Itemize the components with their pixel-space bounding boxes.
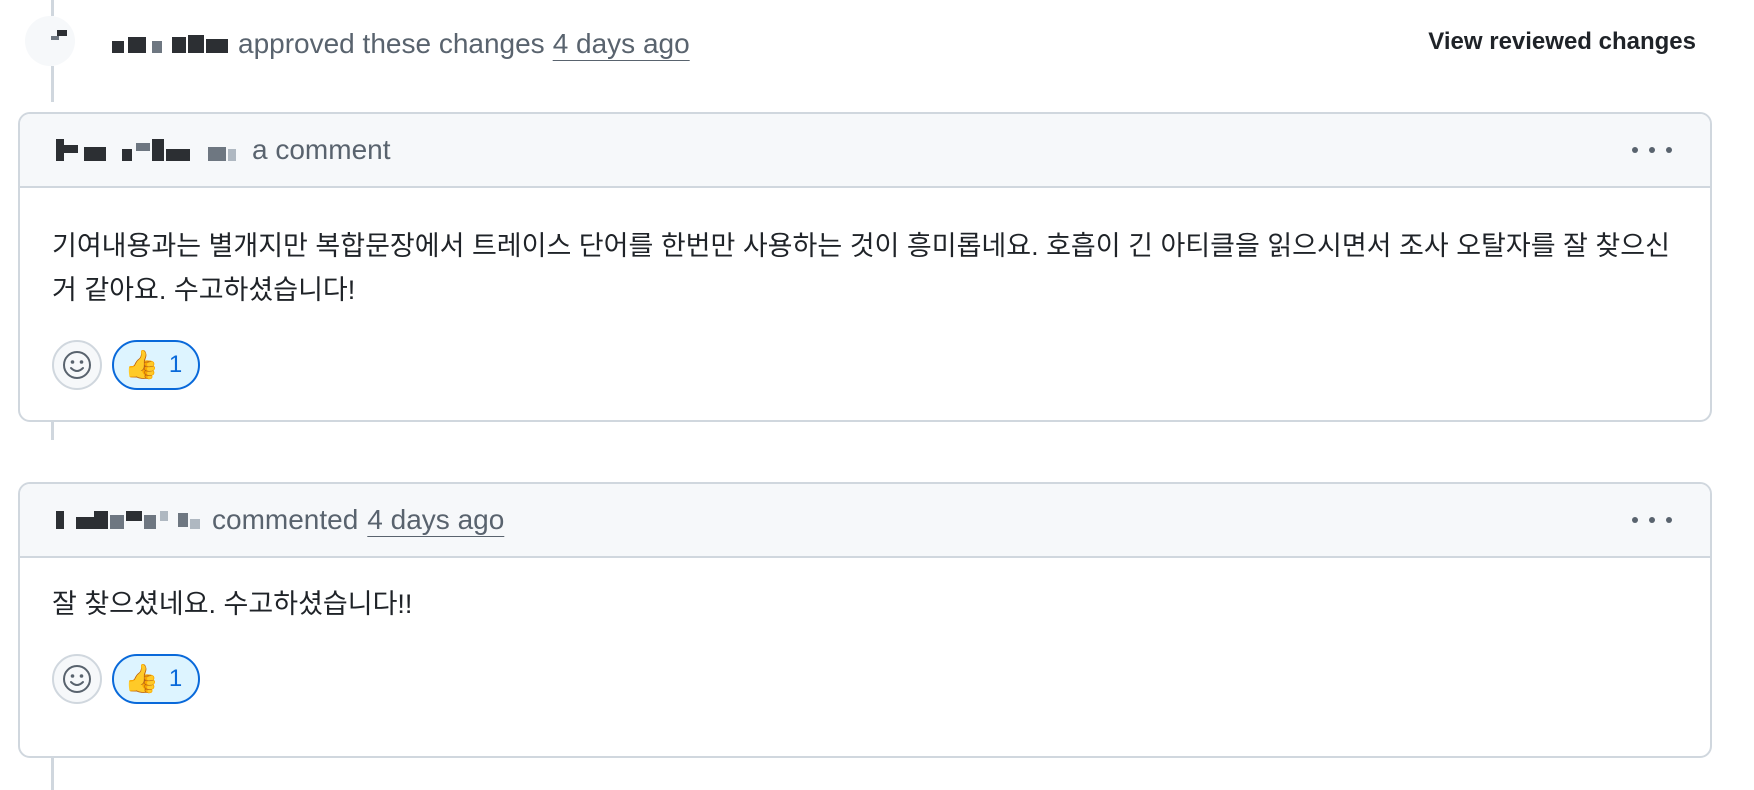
view-reviewed-changes-button[interactable]: View reviewed changes — [1428, 28, 1696, 56]
comment-text: 기여내용과는 별개지만 복합문장에서 트레이스 단어를 한번만 사용하는 것이 … — [52, 231, 1670, 305]
comment-body: 기여내용과는 별개지만 복합문장에서 트레이스 단어를 한번만 사용하는 것이 … — [20, 188, 1710, 420]
timeline-line — [51, 754, 54, 790]
more-options-icon[interactable] — [1632, 508, 1672, 532]
thumbs-up-icon: 👍 — [124, 349, 159, 380]
commenter-name-redacted[interactable] — [56, 139, 246, 161]
add-reaction-button[interactable] — [52, 654, 102, 704]
comment-card: a comment 기여내용과는 별개지만 복합문장에서 트레이스 단어를 한번… — [18, 112, 1712, 422]
review-timestamp[interactable]: 4 days ago — [553, 28, 690, 60]
comment-body: 잘 찾으셨네요. 수고하셨습니다!! 👍 1 — [20, 558, 1710, 734]
reaction-count: 1 — [168, 351, 183, 378]
more-options-icon[interactable] — [1632, 138, 1672, 162]
timeline-line — [51, 0, 54, 16]
reaction-count: 1 — [168, 665, 183, 692]
comment-card: commented 4 days ago 잘 찾으셨네요. 수고하셨습니다!! … — [18, 482, 1712, 758]
comment-text: 잘 찾으셨네요. 수고하셨습니다!! — [52, 589, 413, 619]
comment-action-text: a comment — [252, 134, 391, 165]
reviewer-name-redacted[interactable] — [108, 33, 232, 55]
reactions-bar: 👍 1 — [52, 654, 1678, 704]
review-action-text: approved these changes — [238, 28, 545, 59]
comment-header: commented 4 days ago — [20, 484, 1710, 558]
reactions-bar: 👍 1 — [52, 340, 1678, 390]
add-reaction-button[interactable] — [52, 340, 102, 390]
thumbs-up-reaction[interactable]: 👍 1 — [112, 654, 201, 704]
thumbs-up-reaction[interactable]: 👍 1 — [112, 340, 201, 390]
smiley-icon — [63, 351, 91, 379]
avatar[interactable] — [25, 16, 75, 66]
comment-action-text: commented — [212, 504, 359, 535]
commenter-name-redacted[interactable] — [56, 509, 206, 531]
comment-header: a comment — [20, 114, 1710, 188]
thumbs-up-icon: 👍 — [124, 663, 159, 694]
timeline-line — [51, 66, 54, 102]
smiley-icon — [63, 665, 91, 693]
comment-timestamp[interactable]: 4 days ago — [367, 504, 504, 536]
